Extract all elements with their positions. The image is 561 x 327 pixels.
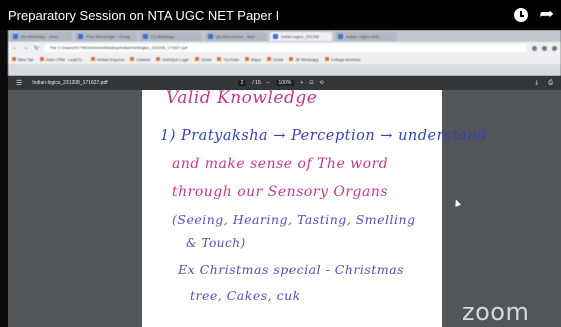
back-icon[interactable]: ←: [12, 45, 18, 51]
bookmark-icon: [130, 57, 135, 61]
extension-icon[interactable]: [542, 45, 547, 51]
note-line: tree, Cakes, cuk: [190, 288, 301, 303]
browser-tab[interactable]: (5) WhatsApp - Zoho: [10, 31, 72, 41]
pdf-viewport[interactable]: Valid Knowledge 1) Pratyaksha → Percepti…: [8, 88, 561, 327]
tab-favicon-icon: [208, 33, 213, 39]
address-bar-row: ← → ↻ File C:/Users/91778/OneDrive/Deskt…: [8, 42, 561, 54]
bookmark-icon: [156, 57, 161, 61]
address-bar[interactable]: File C:/Users/91778/OneDrive/Desktop/Ind…: [44, 44, 527, 52]
pdf-page: Valid Knowledge 1) Pratyaksha → Percepti…: [142, 88, 487, 327]
bookmark-item[interactable]: New Tab: [12, 57, 34, 62]
browser-tab-active[interactable]: Indian-logics_231208: [270, 31, 332, 41]
zoom-watermark: zoom: [462, 298, 530, 326]
video-title[interactable]: Preparatory Session on NTA UGC NET Paper…: [8, 8, 514, 23]
profile-icon[interactable]: [552, 45, 557, 51]
note-line: through our Sensory Organs: [172, 184, 389, 200]
fit-page-icon[interactable]: ⊡: [309, 80, 313, 86]
zoom-in-button[interactable]: +: [300, 80, 303, 86]
pdf-file-name: Indian-logics_231208_171627.pdf: [32, 80, 108, 86]
tab-favicon-icon: [78, 33, 83, 39]
browser-tab[interactable]: (4) Discussions - New: [205, 31, 267, 41]
rotate-icon[interactable]: ⟲: [319, 80, 323, 86]
extension-icon[interactable]: [532, 45, 537, 51]
zoom-level[interactable]: 100%: [275, 80, 295, 86]
bookmark-item[interactable]: Gmail: [194, 57, 211, 62]
print-icon[interactable]: ⎙: [548, 80, 553, 87]
bookmark-item[interactable]: Zoho CRM - Lead D...: [39, 57, 85, 62]
bookmark-icon: [39, 57, 44, 61]
browser-tab-strip: (5) WhatsApp - Zoho Prep Messenger - Gro…: [8, 30, 561, 42]
video-top-bar: Preparatory Session on NTA UGC NET Paper…: [0, 0, 561, 30]
bookmark-item[interactable]: College Archives: [324, 57, 361, 62]
bookmarks-bar: New Tab Zoho CRM - Lead D... Veritas Exp…: [8, 54, 561, 64]
bookmark-item[interactable]: Veritas Express: [90, 57, 124, 62]
browser-tab[interactable]: (7) Whatsapp: [140, 31, 202, 41]
video-player[interactable]: Preparatory Session on NTA UGC NET Paper…: [0, 0, 561, 327]
bookmark-item[interactable]: Zfi Whatsapp: [289, 57, 319, 62]
bookmark-item[interactable]: YouTube: [217, 57, 239, 62]
tab-favicon-icon: [143, 33, 148, 39]
bookmark-item[interactable]: Maps: [245, 57, 261, 62]
note-line: Ex Christmas special - Christmas: [178, 262, 405, 277]
bookmark-item[interactable]: Uniwise: [130, 57, 150, 62]
download-icon[interactable]: ⤓: [536, 80, 539, 87]
share-icon[interactable]: ➦: [539, 7, 554, 23]
bookmark-item[interactable]: Gmail: [266, 57, 283, 62]
bookmark-icon: [194, 57, 199, 61]
bookmark-icon: [245, 57, 250, 61]
forward-icon[interactable]: →: [23, 45, 29, 51]
browser-tab[interactable]: Indian Logics UGC: [335, 31, 397, 41]
bookmark-icon: [324, 57, 329, 61]
hamburger-icon[interactable]: ☰: [16, 79, 22, 87]
note-line: & Touch): [186, 236, 246, 250]
tab-favicon-icon: [273, 33, 278, 39]
bookmark-icon: [90, 57, 95, 61]
bookmark-icon: [266, 57, 271, 61]
page-total: / 15: [252, 80, 261, 86]
reload-icon[interactable]: ↻: [34, 45, 39, 52]
tab-favicon-icon: [13, 33, 18, 39]
bookmark-icon: [217, 57, 222, 61]
note-line: 1) Pratyaksha → Perception → understand: [160, 128, 488, 144]
bookmark-icon: [289, 57, 294, 61]
watch-later-icon[interactable]: [513, 8, 528, 22]
tab-favicon-icon: [338, 33, 343, 39]
pdf-page-controls: 2 / 15 – 100% + ⊡ ⟲: [237, 80, 324, 86]
note-line-heading: Valid Knowledge: [166, 88, 318, 108]
note-line: (Seeing, Hearing, Tasting, Smelling: [172, 212, 416, 227]
page-number-input[interactable]: 2: [237, 80, 247, 86]
browser-window: (5) WhatsApp - Zoho Prep Messenger - Gro…: [8, 30, 561, 76]
bookmark-icon: [12, 57, 16, 61]
bookmark-item[interactable]: HubSpot Login: [156, 57, 189, 62]
browser-tab[interactable]: Prep Messenger - Group: [75, 31, 137, 41]
note-line: and make sense of The word: [172, 156, 389, 172]
zoom-out-button[interactable]: –: [267, 80, 270, 86]
